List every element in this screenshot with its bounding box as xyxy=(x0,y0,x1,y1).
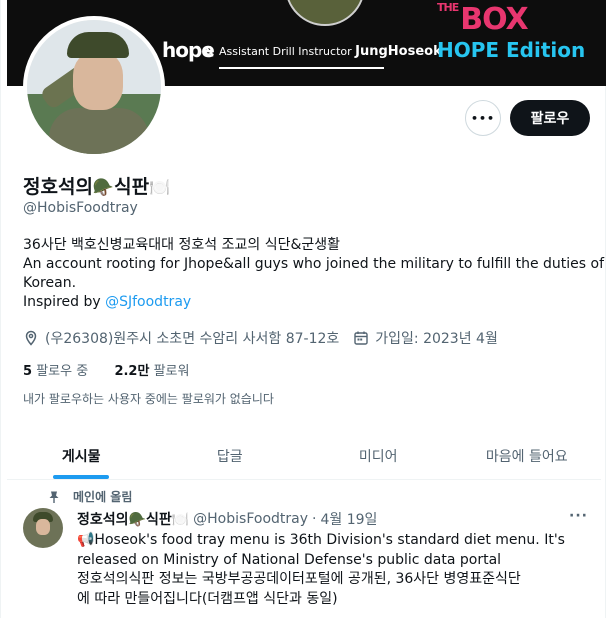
followers-link[interactable]: 2.2만 팔로워 xyxy=(114,364,189,379)
tweet-avatar-face xyxy=(36,519,50,535)
banner-the-box: THEBOX xyxy=(437,1,529,37)
tweet-author-handle[interactable]: @HobisFoodtray xyxy=(193,511,308,527)
banner-hope-edition: HOPE Edition xyxy=(437,38,586,62)
banner-box-big: BOX xyxy=(460,2,528,37)
tweet-line: 에 따라 만들어집니다(더캠프앱 식단과 동일) xyxy=(77,590,338,607)
banner-drill-instructor: Assistant Drill Instructor JungHoseok xyxy=(219,44,442,59)
display-name: 정호석의🪖식판🍽️ xyxy=(23,172,170,199)
more-options-button[interactable]: ••• xyxy=(465,100,501,136)
followers-count: 2.2만 xyxy=(114,364,150,379)
following-count: 5 xyxy=(23,364,33,379)
pin-icon xyxy=(49,491,59,503)
tweet-date[interactable]: 4월 19일 xyxy=(320,509,377,529)
tab-label: 게시물 xyxy=(61,448,101,465)
avatar-face xyxy=(73,52,123,110)
fork-knife-plate-icon: 🍽️ xyxy=(149,178,171,198)
more-dots-icon: ••• xyxy=(470,111,496,125)
display-name-text: 정호석의 xyxy=(23,176,93,198)
avatar-beret xyxy=(67,32,129,58)
profile-bio: 36사단 백호신병교육대대 정호석 조교의 식단&군생활 An account … xyxy=(23,236,605,312)
follow-counts: 5 팔로우 중 2.2만 팔로워 xyxy=(23,360,189,379)
bio-line: Korean. xyxy=(23,275,77,291)
following-label: 팔로우 중 xyxy=(36,364,89,379)
tweet-separator: · xyxy=(312,511,317,527)
pinned-label: 메인에 올림 xyxy=(73,490,133,504)
tab-media[interactable]: 미디어 xyxy=(304,432,453,479)
avatar-uniform xyxy=(49,108,149,154)
bio-inspired-label: Inspired by xyxy=(23,294,101,310)
follow-button[interactable]: 팔로우 xyxy=(510,100,590,136)
following-link[interactable]: 5 팔로우 중 xyxy=(23,364,88,379)
profile-handle: @HobisFoodtray xyxy=(23,200,138,216)
tweet-header: 정호석의🪖식판🍽️ @HobisFoodtray · 4월 19일 xyxy=(77,509,377,529)
bio-line: 36사단 백호신병교육대대 정호석 조교의 식단&군생활 xyxy=(23,237,341,253)
pinned-indicator: 메인에 올림 xyxy=(47,488,132,505)
tweet-line: 📢Hoseok's food tray menu is 36th Divisio… xyxy=(77,532,565,548)
banner-divider xyxy=(219,67,384,69)
banner-helmet-art xyxy=(285,0,365,26)
tweet-text: 📢Hoseok's food tray menu is 36th Divisio… xyxy=(77,531,597,609)
tab-label: 마음에 들어요 xyxy=(485,448,568,465)
tab-posts[interactable]: 게시물 xyxy=(7,432,156,479)
display-name-text2: 식판 xyxy=(114,176,150,198)
banner-drill-name: JungHoseok xyxy=(355,44,442,59)
followers-you-know-note: 내가 팔로우하는 사용자 중에는 팔로워가 없습니다 xyxy=(23,392,274,406)
bio-mention-link[interactable]: @SJfoodtray xyxy=(105,294,191,310)
bio-line: An account rooting for Jhope&all guys wh… xyxy=(23,256,605,272)
active-tab-indicator xyxy=(53,475,110,479)
tab-label: 미디어 xyxy=(358,448,398,465)
tweet-line: 정호석의식판 정보는 국방부공공데이터포털에 공개된, 36사단 병영표준식단 xyxy=(77,571,521,587)
profile-page: hope & Assistant Drill Instructor JungHo… xyxy=(0,0,606,618)
banner-the-small: THE xyxy=(437,1,459,14)
military-helmet-icon: 🪖 xyxy=(92,178,115,198)
tweet-more-icon[interactable]: ··· xyxy=(569,508,588,524)
profile-avatar[interactable] xyxy=(23,16,165,158)
profile-location: (우26308)원주시 소초면 수암리 사서함 87-12호 xyxy=(45,331,340,347)
banner-drill-prefix: Assistant Drill Instructor xyxy=(219,45,352,58)
tweet-author-avatar[interactable] xyxy=(23,508,63,548)
tab-replies[interactable]: 답글 xyxy=(156,432,305,479)
profile-join-date: 가입일: 2023년 4월 xyxy=(375,331,498,347)
followers-label: 팔로워 xyxy=(153,364,190,379)
profile-meta: (우26308)원주시 소초면 수암리 사서함 87-12호 가입일: 2023… xyxy=(23,328,498,348)
tweet-author-name[interactable]: 정호석의🪖식판🍽️ xyxy=(77,509,189,529)
banner-amp: & xyxy=(204,44,215,58)
tweet-line: released on Ministry of National Defense… xyxy=(77,551,502,568)
tab-label: 답글 xyxy=(216,448,243,465)
calendar-icon xyxy=(354,331,368,345)
location-pin-icon xyxy=(25,330,37,346)
profile-tabs: 게시물 답글 미디어 마음에 들어요 xyxy=(7,432,601,480)
tab-likes[interactable]: 마음에 들어요 xyxy=(453,432,602,479)
bio-inspired-line: Inspired by @SJfoodtray xyxy=(23,293,591,312)
